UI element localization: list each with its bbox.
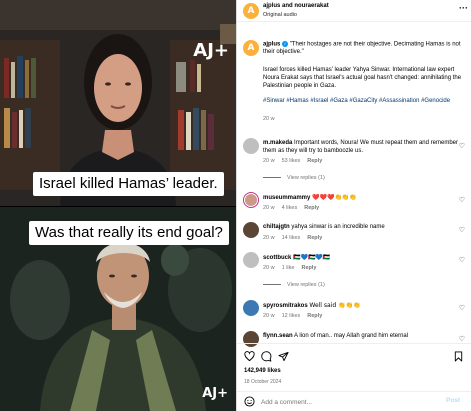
reply-button[interactable]: Reply <box>301 265 316 271</box>
comment-text: chiltajgtn yahya sinwar is an incredible… <box>263 224 458 232</box>
comment-body: Well said 👏👏👏 <box>309 302 361 309</box>
commenter-avatar[interactable] <box>243 252 259 268</box>
author-avatar[interactable]: A <box>243 3 259 19</box>
comment-like-icon[interactable]: ♡ <box>459 304 465 312</box>
commenter-avatar[interactable] <box>243 300 259 316</box>
comment-username[interactable]: museummammy <box>263 195 310 201</box>
post-comment-button[interactable]: Post <box>446 397 460 404</box>
comment-time: 20 w <box>263 313 275 319</box>
reply-button[interactable]: Reply <box>307 235 322 241</box>
comment-meta: 20 w 4 likes Reply <box>263 205 326 211</box>
caption-body: Israel forces killed Hamas' leader Yahya… <box>263 67 462 89</box>
reply-button[interactable]: Reply <box>304 205 319 211</box>
comment-username[interactable]: m.makeda <box>263 140 292 146</box>
comment-like-icon[interactable]: ♡ <box>459 256 465 264</box>
comment-body: Important words, Noura! We must repeat t… <box>263 140 458 154</box>
comment-time: 20 w <box>263 158 275 164</box>
caption-quote: "Their hostages are not their objective.… <box>263 41 461 56</box>
comment-meta: 20 w 14 likes Reply <box>263 235 329 241</box>
ajplus-logo-small: AJ+ <box>202 386 228 401</box>
add-comment-bar: Post <box>237 391 471 411</box>
view-replies-button[interactable]: View replies (1) <box>263 175 325 181</box>
comment-input[interactable] <box>261 396 431 408</box>
comment-like-icon[interactable]: ♡ <box>459 142 465 150</box>
comment-time: 20 w <box>263 205 275 211</box>
caption-first-line: ajplus ✓ "Their hostages are not their o… <box>263 41 463 57</box>
comment-text: flynn.sean A lion of man.. may Allah gra… <box>263 333 458 341</box>
post-side-panel: A ajplus and nouraerakat Original audio … <box>236 0 471 411</box>
comment-body: ❤️❤️❤️👏👏👏 <box>312 194 357 201</box>
comment-like-icon[interactable]: ♡ <box>459 196 465 204</box>
comment-likes[interactable]: 1 like <box>282 265 295 271</box>
comment-text: m.makeda Important words, Noura! We must… <box>263 140 458 155</box>
view-replies-label: View replies (1) <box>287 175 325 181</box>
reply-button[interactable]: Reply <box>307 313 322 319</box>
comment-username[interactable]: flynn.sean <box>263 333 293 339</box>
like-heart-icon[interactable] <box>244 351 255 362</box>
verified-badge-icon: ✓ <box>282 41 289 47</box>
reply-button[interactable]: Reply <box>307 158 322 164</box>
comment-username[interactable]: chiltajgtn <box>263 224 290 230</box>
comment-text: scottbuck 🇵🇸💙🇵🇸💙🇵🇸 <box>263 254 458 263</box>
comment-body: yahya sinwar is an incredible name <box>291 224 385 230</box>
comment-bubble-icon[interactable] <box>261 351 272 362</box>
comment-text: museummammy ❤️❤️❤️👏👏👏 <box>263 194 458 203</box>
comment-text: spyrosmitrakos Well said 👏👏👏 <box>263 302 458 311</box>
comment-likes[interactable]: 12 likes <box>282 313 301 319</box>
avatar-image <box>245 194 257 206</box>
comment-meta: 20 w 1 like Reply <box>263 265 323 271</box>
comment-likes[interactable]: 4 likes <box>282 205 298 211</box>
caption-avatar[interactable]: A <box>243 40 259 56</box>
comment-meta: 20 w 53 likes Reply <box>263 158 329 164</box>
post-authors[interactable]: ajplus and nouraerakat <box>263 3 329 9</box>
comment-like-icon[interactable]: ♡ <box>459 226 465 234</box>
comment-likes[interactable]: 53 likes <box>282 158 301 164</box>
caption-time: 20 w <box>263 116 275 122</box>
save-bookmark-icon[interactable] <box>453 351 464 362</box>
emoji-smile-icon[interactable] <box>244 396 255 407</box>
comment-body: A lion of man.. may Allah grand him eter… <box>294 333 409 339</box>
more-options-icon[interactable]: ··· <box>459 3 468 13</box>
like-count[interactable]: 142,949 likes <box>244 368 281 374</box>
commenter-avatar[interactable] <box>243 222 259 238</box>
comment-meta: 20 w 12 likes Reply <box>263 313 329 319</box>
caption-hashtags[interactable]: #Sinwar #Hamas #Israel #Gaza #GazaCity #… <box>263 97 463 105</box>
comment-time: 20 w <box>263 235 275 241</box>
replies-line <box>263 284 281 286</box>
post-header: A ajplus and nouraerakat Original audio … <box>237 0 471 22</box>
comment-body: 🇵🇸💙🇵🇸💙🇵🇸 <box>293 254 331 261</box>
video-caption-bottom: Was that really its end goal? <box>29 221 229 245</box>
media-divider <box>0 206 236 207</box>
comment-likes[interactable]: 14 likes <box>282 235 301 241</box>
view-replies-label: View replies (1) <box>287 282 325 288</box>
share-icon[interactable] <box>278 351 289 362</box>
caption-username[interactable]: ajplus <box>263 42 280 48</box>
commenter-avatar[interactable] <box>243 138 259 154</box>
comment-time: 20 w <box>263 265 275 271</box>
video-caption-top: Israel killed Hamas’ leader. <box>33 172 224 196</box>
post-video[interactable]: AJ+ Israel killed Hamas’ leader. Was tha… <box>0 0 236 411</box>
commenter-avatar[interactable] <box>243 192 259 208</box>
audio-label[interactable]: Original audio <box>263 12 297 18</box>
replies-line <box>263 177 281 179</box>
ajplus-logo: AJ+ <box>193 40 229 61</box>
view-replies-button[interactable]: View replies (1) <box>263 282 325 288</box>
comment-like-icon[interactable]: ♡ <box>459 335 465 343</box>
post-date: 18 October 2024 <box>244 379 282 385</box>
comment-username[interactable]: scottbuck <box>263 255 291 261</box>
comment-username[interactable]: spyrosmitrakos <box>263 303 308 309</box>
post-actions: 142,949 likes 18 October 2024 <box>237 343 471 388</box>
